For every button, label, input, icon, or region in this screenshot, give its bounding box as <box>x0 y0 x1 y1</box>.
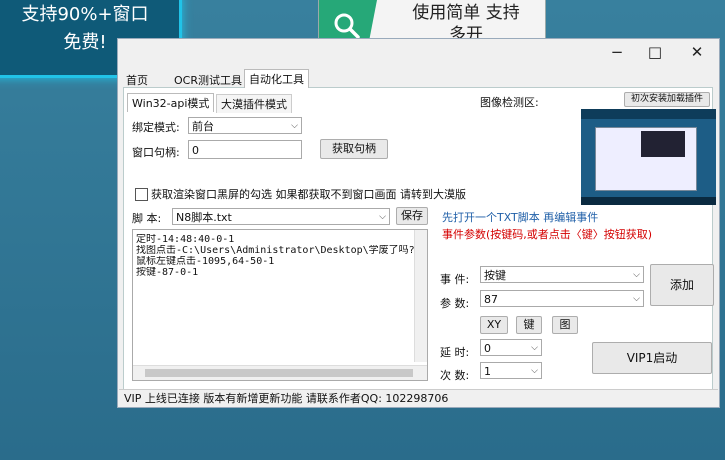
event-value: 按键 <box>484 269 506 282</box>
xy-button[interactable]: XY <box>480 316 508 334</box>
delay-value: 0 <box>484 342 491 355</box>
promo-right-line1: 使用简单 支持 <box>412 3 520 23</box>
count-select[interactable]: 1 ⌵ <box>480 362 542 379</box>
start-button[interactable]: VIP1启动 <box>592 342 712 374</box>
delay-label: 延 时: <box>440 346 470 359</box>
title-bar: − □ ✕ <box>519 39 719 65</box>
count-label: 次 数: <box>440 369 470 382</box>
horizontal-scrollbar[interactable] <box>133 365 427 380</box>
param-value: 87 <box>484 293 498 306</box>
handle-label: 窗口句柄: <box>132 146 180 159</box>
handle-input[interactable]: 0 <box>188 140 302 159</box>
render-checkbox[interactable] <box>135 188 148 201</box>
script-line: 按键-87-0-1 <box>136 267 199 278</box>
app-window: − □ ✕ 首页 OCR测试工具 自动化工具 Win32-api模式 大漠插件模… <box>117 38 720 408</box>
chevron-down-icon: ⌵ <box>291 121 298 131</box>
chevron-down-icon: ⌵ <box>531 366 538 376</box>
hint-event-params: 事件参数(按键码,或者点击〈键〉按钮获取) <box>442 228 653 241</box>
maximize-button[interactable]: □ <box>637 42 673 62</box>
bind-mode-value: 前台 <box>192 120 214 133</box>
first-load-button[interactable]: 初次安装加载插件 <box>624 92 710 107</box>
script-line: 找图点击-C:\Users\Administrator\Desktop\学废了吗… <box>136 245 414 256</box>
get-handle-button[interactable]: 获取句柄 <box>320 139 388 159</box>
chevron-down-icon: ⌵ <box>379 212 386 222</box>
delay-select[interactable]: 0 ⌵ <box>480 339 542 356</box>
tab-win32[interactable]: Win32-api模式 <box>127 93 215 112</box>
count-value: 1 <box>484 365 491 378</box>
script-line: 鼠标左键点击-1095,64-50-1 <box>136 256 275 267</box>
status-bar: VIP 上线已连接 版本有新增更新功能 请联系作者QQ: 102298706 <box>119 389 718 407</box>
image-preview <box>581 109 716 205</box>
event-label: 事 件: <box>440 273 470 286</box>
tab-dm[interactable]: 大漠插件模式 <box>216 94 292 113</box>
chevron-down-icon: ⌵ <box>633 294 640 304</box>
script-editor[interactable]: 定时-14:48:40-0-1 找图点击-C:\Users\Administra… <box>132 229 428 381</box>
param-select[interactable]: 87 ⌵ <box>480 290 644 307</box>
image-button[interactable]: 图 <box>552 316 578 334</box>
script-value: N8脚本.txt <box>176 211 232 224</box>
chevron-down-icon: ⌵ <box>531 343 538 353</box>
bind-mode-select[interactable]: 前台 ⌵ <box>188 117 302 134</box>
event-select[interactable]: 按键 ⌵ <box>480 266 644 283</box>
script-line: 定时-14:48:40-0-1 <box>136 234 235 245</box>
minimize-button[interactable]: − <box>599 42 635 62</box>
add-button[interactable]: 添加 <box>650 264 714 306</box>
chevron-down-icon: ⌵ <box>633 270 640 280</box>
script-label: 脚 本: <box>132 212 162 225</box>
script-select[interactable]: N8脚本.txt ⌵ <box>172 208 390 225</box>
automation-panel: Win32-api模式 大漠插件模式 图像检测区: 初次安装加载插件 绑定模式:… <box>123 87 716 401</box>
key-button[interactable]: 键 <box>516 316 542 334</box>
hint-open-script: 先打开一个TXT脚本 再编辑事件 <box>442 211 599 224</box>
save-button[interactable]: 保存 <box>396 207 428 225</box>
tab-automation[interactable]: 自动化工具 <box>244 69 309 88</box>
render-checkbox-label: 获取渲染窗口黑屏的勾选 如果都获取不到窗口画面 请转到大漠版 <box>151 188 466 201</box>
close-button[interactable]: ✕ <box>679 42 715 62</box>
vertical-scrollbar[interactable] <box>414 230 427 362</box>
promo-left-line1: 支持90%+窗口 <box>21 4 149 25</box>
bind-mode-label: 绑定模式: <box>132 121 180 134</box>
image-area-label: 图像检测区: <box>480 96 539 109</box>
param-label: 参 数: <box>440 297 470 310</box>
